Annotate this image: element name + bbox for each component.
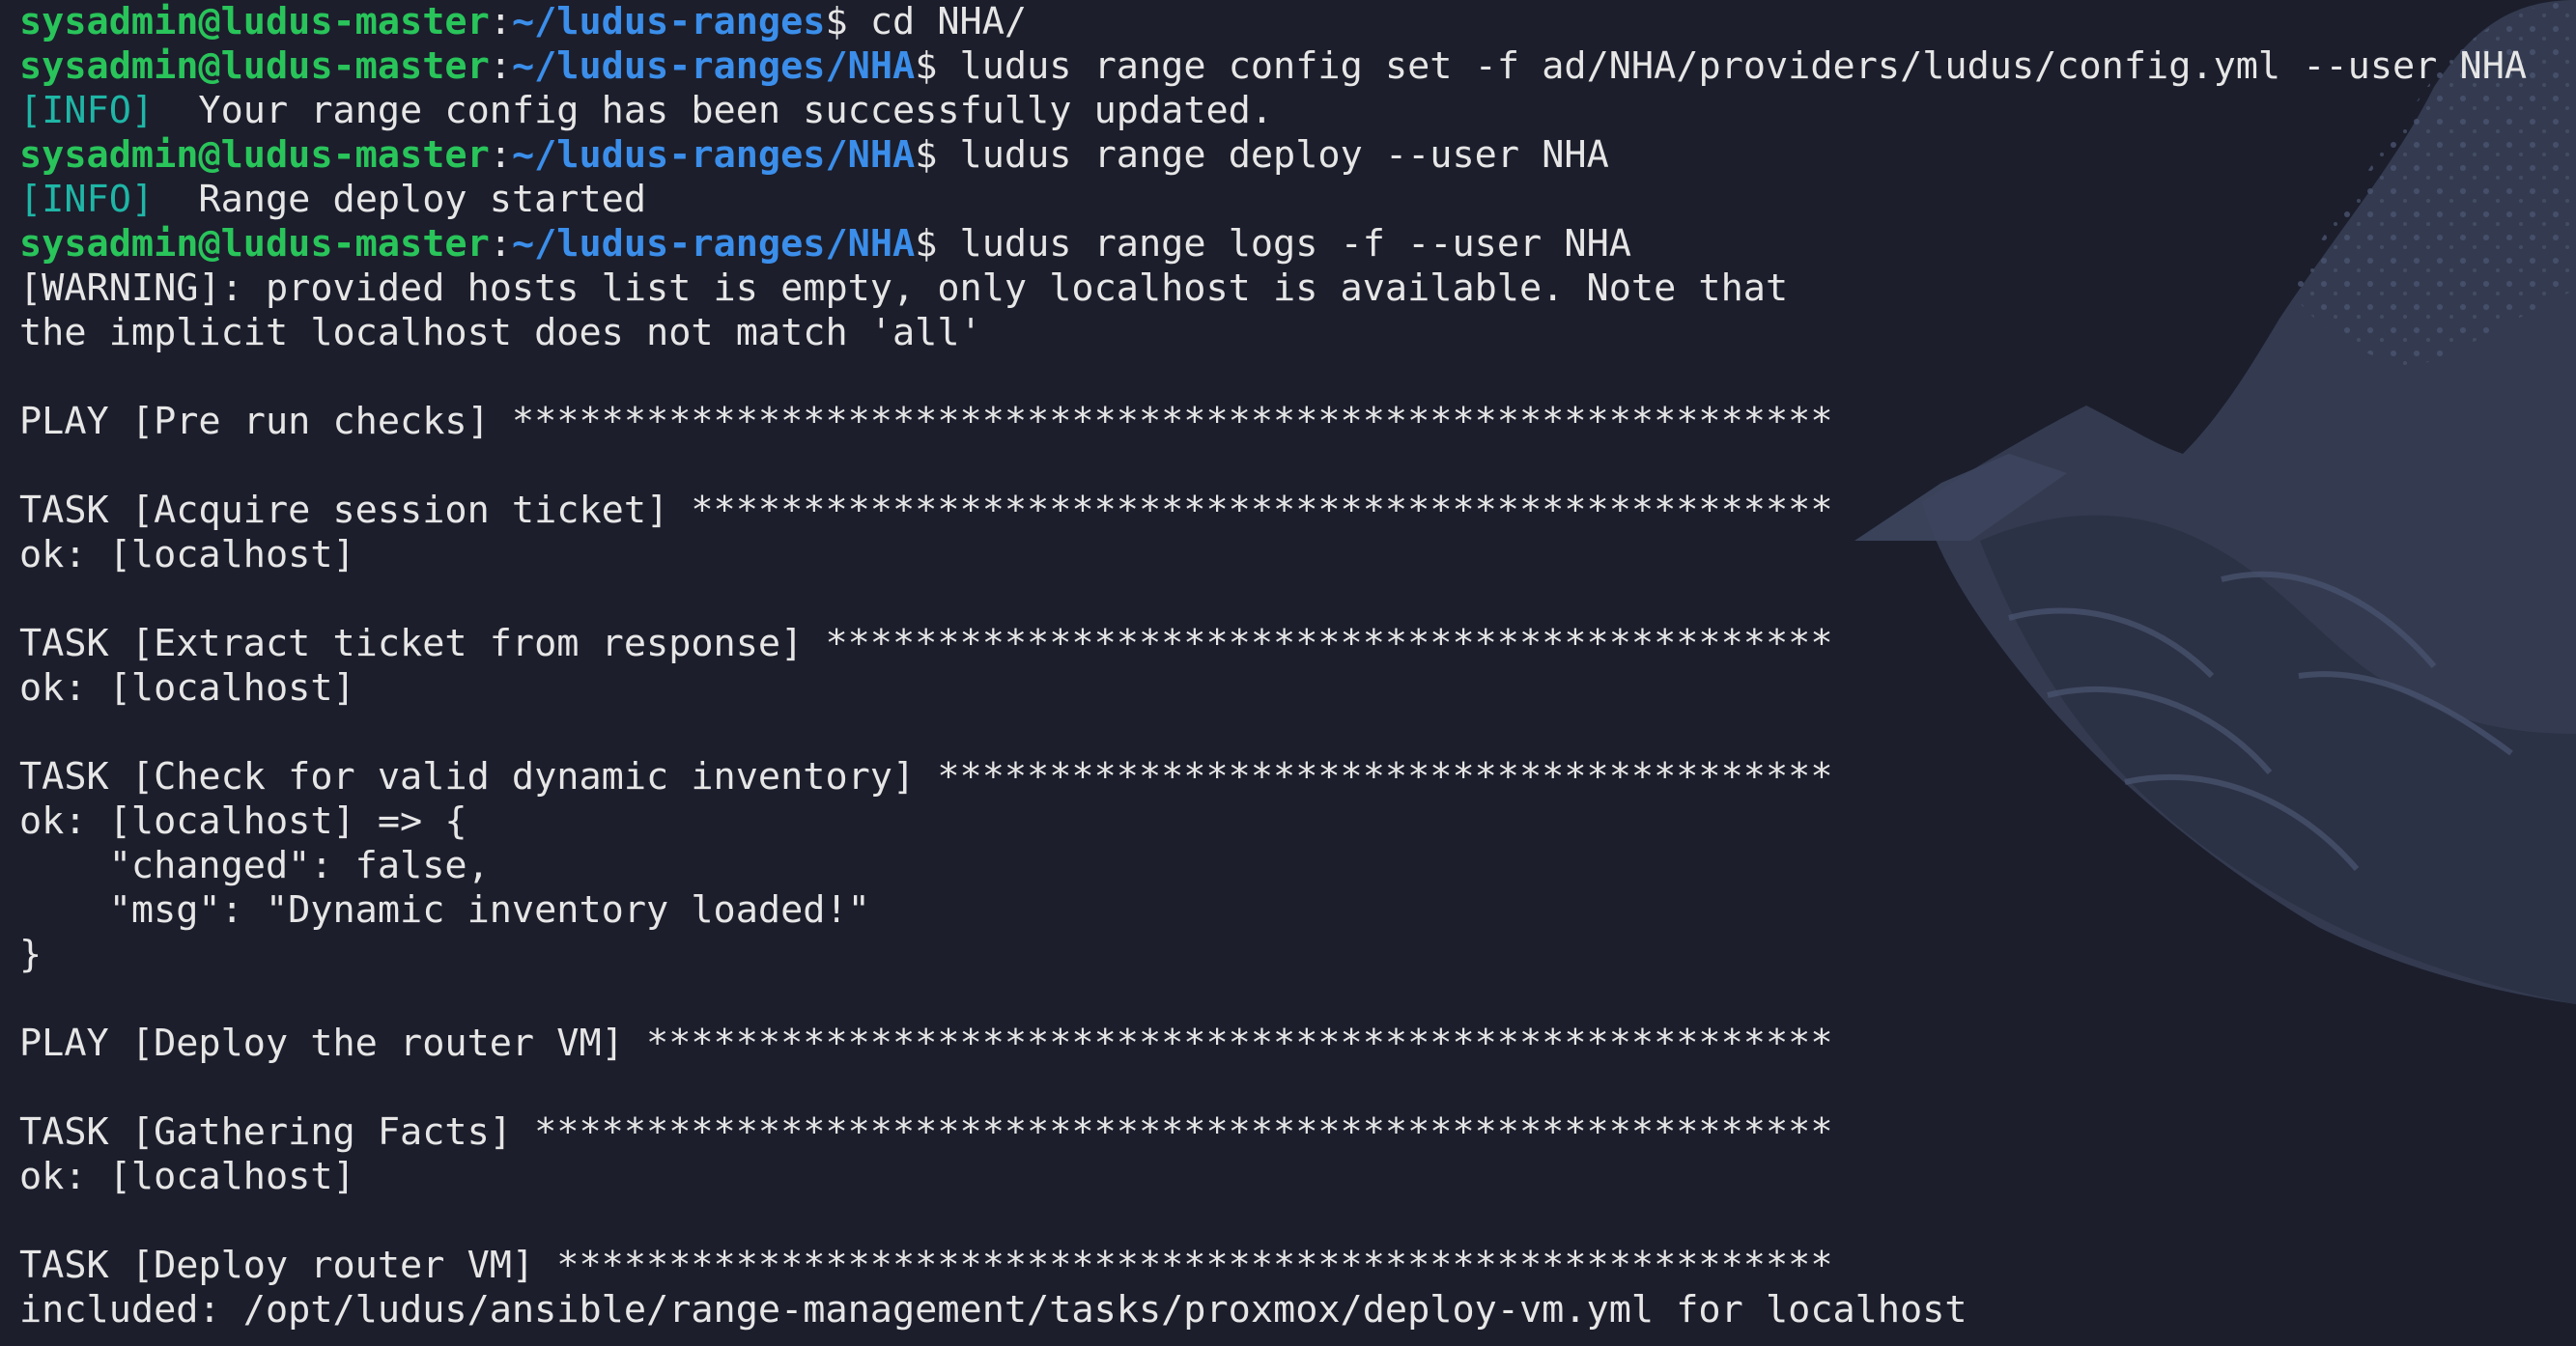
prompt-user-host: sysadmin@ludus-master [19, 133, 490, 177]
output-line: TASK [Extract ticket from response] ****… [19, 622, 2527, 666]
output-line: included: /opt/ludus/ansible/range-manag… [19, 1288, 2527, 1332]
output-line: } [19, 933, 2527, 977]
output-text: [WARNING]: provided hosts list is empty,… [19, 266, 1789, 310]
prompt-colon: : [489, 222, 512, 266]
output-line: TASK [Check for valid dynamic inventory]… [19, 755, 2527, 799]
shell-prompt-line: sysadmin@ludus-master:~/ludus-ranges/NHA… [19, 133, 2527, 178]
prompt-path: ~/ludus-ranges [511, 0, 826, 43]
output-text: ok: [localhost] [19, 533, 355, 576]
output-line: TASK [Deploy router VM] ****************… [19, 1244, 2527, 1288]
prompt-colon: : [489, 44, 512, 88]
output-line: TASK [Gathering Facts] *****************… [19, 1110, 2527, 1155]
output-line: "changed": false, [19, 844, 2527, 888]
output-text: } [19, 933, 42, 976]
info-line: [INFO] Range deploy started [19, 178, 2527, 222]
prompt-dollar: $ [915, 44, 938, 88]
prompt-path: ~/ludus-ranges/NHA [511, 222, 916, 266]
output-line: the implicit localhost does not match 'a… [19, 311, 2527, 355]
output-line: "msg": "Dynamic inventory loaded!" [19, 888, 2527, 933]
output-line: ok: [localhost] [19, 666, 2527, 711]
shell-prompt-line: sysadmin@ludus-master:~/ludus-ranges$ cd… [19, 0, 2527, 44]
output-text: "changed": false, [19, 844, 490, 887]
shell-prompt-line: sysadmin@ludus-master:~/ludus-ranges/NHA… [19, 222, 2527, 266]
info-tag: [INFO] [19, 178, 155, 221]
output-text: PLAY [Deploy the router VM] ************… [19, 1022, 1833, 1065]
terminal-window[interactable]: sysadmin@ludus-master:~/ludus-ranges$ cd… [0, 0, 2576, 1346]
output-line: ok: [localhost] [19, 533, 2527, 577]
output-text: included: /opt/ludus/ansible/range-manag… [19, 1288, 1967, 1332]
command-text: ludus range deploy --user NHA [937, 133, 1609, 177]
output-text: TASK [Deploy router VM] ****************… [19, 1244, 1833, 1287]
info-tag: [INFO] [19, 89, 155, 132]
prompt-user-host: sysadmin@ludus-master [19, 222, 490, 266]
prompt-dollar: $ [825, 0, 848, 43]
info-line: [INFO] Your range config has been succes… [19, 89, 2527, 133]
command-text: ludus range config set -f ad/NHA/provide… [937, 44, 2528, 88]
output-text: TASK [Gathering Facts] *****************… [19, 1110, 1833, 1154]
output-text: the implicit localhost does not match 'a… [19, 311, 982, 354]
output-text: ok: [localhost] [19, 1155, 355, 1198]
terminal-output: sysadmin@ludus-master:~/ludus-ranges$ cd… [19, 0, 2527, 1332]
output-line: ok: [localhost] => { [19, 799, 2527, 844]
output-text: TASK [Check for valid dynamic inventory]… [19, 755, 1833, 799]
prompt-path: ~/ludus-ranges/NHA [511, 133, 916, 177]
prompt-path: ~/ludus-ranges/NHA [511, 44, 916, 88]
prompt-dollar: $ [915, 222, 938, 266]
output-text: PLAY [Pre run checks] ******************… [19, 400, 1833, 443]
prompt-dollar: $ [915, 133, 938, 177]
output-text: ok: [localhost] => { [19, 799, 467, 843]
info-message: Your range config has been successfully … [154, 89, 1274, 132]
output-text: TASK [Extract ticket from response] ****… [19, 622, 1833, 665]
shell-prompt-line: sysadmin@ludus-master:~/ludus-ranges/NHA… [19, 44, 2527, 89]
output-text: TASK [Acquire session ticket] **********… [19, 489, 1833, 532]
info-message: Range deploy started [154, 178, 647, 221]
command-text: ludus range logs -f --user NHA [937, 222, 1631, 266]
prompt-colon: : [489, 0, 512, 43]
prompt-colon: : [489, 133, 512, 177]
prompt-user-host: sysadmin@ludus-master [19, 0, 490, 43]
output-line: TASK [Acquire session ticket] **********… [19, 489, 2527, 533]
command-text: cd NHA/ [847, 0, 1028, 43]
prompt-user-host: sysadmin@ludus-master [19, 44, 490, 88]
output-line: PLAY [Deploy the router VM] ************… [19, 1022, 2527, 1066]
output-line: PLAY [Pre run checks] ******************… [19, 400, 2527, 444]
output-line: [WARNING]: provided hosts list is empty,… [19, 266, 2527, 311]
output-text: "msg": "Dynamic inventory loaded!" [19, 888, 870, 932]
output-line: ok: [localhost] [19, 1155, 2527, 1199]
output-text: ok: [localhost] [19, 666, 355, 710]
